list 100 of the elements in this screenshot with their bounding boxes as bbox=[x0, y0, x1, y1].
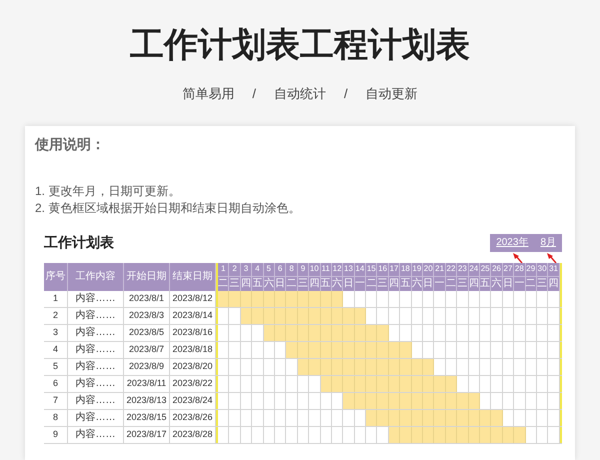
schedule-cell bbox=[491, 426, 503, 442]
schedule-cell bbox=[309, 308, 321, 324]
task-cell: 内容…… bbox=[68, 358, 124, 374]
day-header: 11 bbox=[320, 262, 331, 276]
schedule-cell bbox=[343, 308, 355, 324]
schedule-cell bbox=[343, 392, 355, 408]
schedule-cell bbox=[423, 392, 434, 408]
row-number: 8 bbox=[44, 410, 68, 426]
day-header: 12 bbox=[332, 262, 342, 276]
row-number: 4 bbox=[44, 342, 68, 358]
schedule-cell bbox=[366, 342, 378, 358]
start-date-cell: 2023/8/13 bbox=[124, 392, 170, 408]
end-date-cell: 2023/8/24 bbox=[170, 392, 216, 408]
weekday-header: 五 bbox=[320, 276, 331, 290]
day-header: 15 bbox=[366, 262, 376, 276]
end-date-cell: 2023/8/16 bbox=[170, 324, 216, 340]
task-cell: 内容…… bbox=[68, 324, 124, 340]
schedule-cell bbox=[377, 392, 389, 408]
schedule-cell bbox=[423, 376, 434, 392]
weekday-header: 一 bbox=[434, 276, 445, 290]
schedule-cell bbox=[377, 342, 389, 358]
weekday-header: 四 bbox=[309, 276, 320, 290]
schedule-cell bbox=[400, 358, 412, 374]
weekday-header: 日 bbox=[502, 276, 514, 290]
weekday-header: 四 bbox=[388, 276, 400, 290]
day-header: 25 bbox=[480, 262, 490, 276]
feature-label: 自动更新 bbox=[366, 85, 418, 103]
day-header: 6 bbox=[274, 262, 286, 276]
weekday-header: 日 bbox=[274, 276, 286, 290]
row-number: 9 bbox=[44, 426, 68, 442]
schedule-cell bbox=[366, 324, 378, 340]
day-header: 1 bbox=[218, 262, 228, 276]
task-cell: 内容…… bbox=[68, 376, 124, 392]
day-header: 8 bbox=[286, 262, 297, 276]
row-number: 1 bbox=[44, 290, 68, 306]
weekday-header: 三 bbox=[536, 276, 548, 290]
weekday-header: 一 bbox=[514, 276, 525, 290]
start-date-cell: 2023/8/5 bbox=[124, 324, 170, 340]
schedule-cell bbox=[400, 426, 412, 442]
row-number: 3 bbox=[44, 324, 68, 340]
schedule-cell bbox=[218, 290, 230, 306]
weekday-header: 二 bbox=[366, 276, 376, 290]
row-number: 5 bbox=[44, 358, 68, 374]
weekday-header: 六 bbox=[264, 276, 274, 290]
day-header: 28 bbox=[514, 262, 525, 276]
schedule-cell bbox=[286, 308, 298, 324]
year-field[interactable]: 2023年 bbox=[496, 235, 528, 250]
day-header: 9 bbox=[298, 262, 308, 276]
weekday-header: 六 bbox=[332, 276, 342, 290]
weekday-header: 一 bbox=[354, 276, 366, 290]
schedule-cell bbox=[400, 342, 412, 358]
weekday-header: 二 bbox=[286, 276, 297, 290]
day-header: 29 bbox=[526, 262, 536, 276]
schedule-cell bbox=[423, 426, 434, 442]
weekday-header: 六 bbox=[491, 276, 502, 290]
task-cell: 内容…… bbox=[68, 342, 124, 358]
schedule-cell bbox=[309, 342, 321, 358]
schedule-cell bbox=[434, 426, 446, 442]
column-header: 开始日期 bbox=[124, 262, 170, 290]
schedule-cell bbox=[286, 290, 298, 306]
schedule-cell bbox=[457, 410, 469, 426]
separator: / bbox=[344, 85, 348, 103]
schedule-cell bbox=[491, 410, 503, 426]
schedule-cell bbox=[400, 410, 412, 426]
weekday-header: 三 bbox=[298, 276, 308, 290]
day-header: 17 bbox=[388, 262, 400, 276]
task-cell: 内容…… bbox=[68, 426, 124, 442]
weekday-header: 五 bbox=[400, 276, 411, 290]
feature-label: 简单易用 bbox=[182, 85, 234, 103]
end-date-cell: 2023/8/22 bbox=[170, 376, 216, 392]
schedule-cell bbox=[434, 410, 446, 426]
schedule-cell bbox=[400, 392, 412, 408]
day-header: 4 bbox=[252, 262, 263, 276]
schedule-cell bbox=[366, 392, 378, 408]
weekday-header: 日 bbox=[423, 276, 434, 290]
schedule-cell bbox=[343, 358, 355, 374]
end-date-cell: 2023/8/12 bbox=[170, 290, 216, 306]
schedule-cell bbox=[366, 376, 378, 392]
day-header: 23 bbox=[457, 262, 468, 276]
task-cell: 内容…… bbox=[68, 392, 124, 408]
pointer-arrow bbox=[547, 252, 557, 262]
start-date-cell: 2023/8/3 bbox=[124, 308, 170, 324]
day-header: 21 bbox=[434, 262, 445, 276]
schedule-cell bbox=[377, 410, 389, 426]
month-field[interactable]: 8月 bbox=[540, 235, 556, 250]
day-header: 14 bbox=[354, 262, 366, 276]
row-number: 7 bbox=[44, 392, 68, 408]
schedule-cell bbox=[309, 290, 321, 306]
row-number: 2 bbox=[44, 308, 68, 324]
task-cell: 内容…… bbox=[68, 410, 124, 426]
start-date-cell: 2023/8/1 bbox=[124, 290, 170, 306]
column-header: 序号 bbox=[44, 262, 68, 290]
weekday-header: 二 bbox=[218, 276, 228, 290]
schedule-cell bbox=[309, 324, 321, 340]
schedule-cell bbox=[377, 358, 389, 374]
instructions-heading: 使用说明： bbox=[35, 134, 106, 154]
schedule-cell bbox=[286, 324, 298, 340]
weekday-header: 六 bbox=[412, 276, 422, 290]
start-date-cell: 2023/8/7 bbox=[124, 342, 170, 358]
day-header: 31 bbox=[548, 262, 559, 276]
